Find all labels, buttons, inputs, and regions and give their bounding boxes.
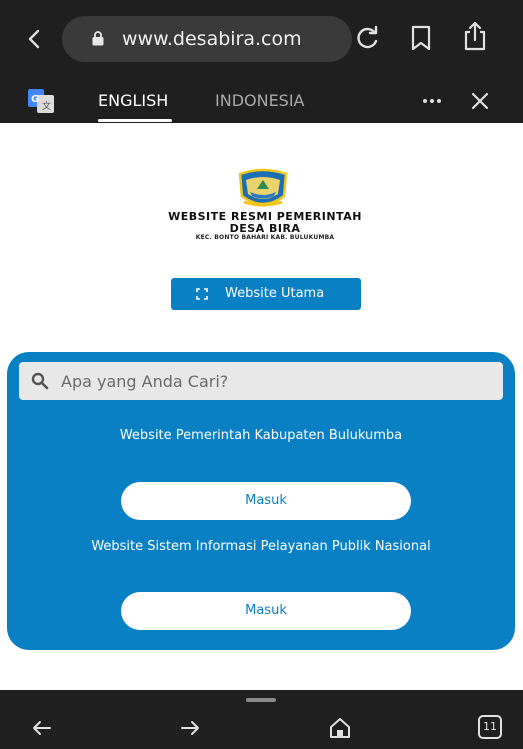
browser-toolbar: www.desabira.com [0, 0, 523, 79]
masuk-button-sipp[interactable]: Masuk [121, 592, 411, 630]
google-translate-icon: G 文 [28, 89, 54, 113]
browser-bottom-nav: 11 [0, 690, 523, 749]
tab-english[interactable]: ENGLISH [98, 79, 168, 123]
share-icon[interactable] [462, 20, 488, 52]
search-icon [31, 372, 49, 390]
website-utama-button[interactable]: Website Utama [171, 278, 361, 310]
back-chevron-icon[interactable] [22, 22, 48, 56]
forward-arrow-icon[interactable] [178, 716, 202, 740]
drag-handle[interactable] [246, 698, 276, 702]
masuk-button-bulukumba[interactable]: Masuk [121, 482, 411, 520]
lock-icon [92, 31, 104, 46]
bookmark-icon[interactable] [410, 24, 432, 52]
close-icon[interactable] [468, 89, 492, 113]
site-subtitle: KEC. BONTO BAHARI KAB. BULUKUMBA [195, 234, 335, 241]
translate-bar: G 文 ENGLISH INDONESIA [0, 79, 523, 123]
back-arrow-icon[interactable] [30, 716, 54, 740]
svg-text:文: 文 [42, 100, 51, 112]
tab-indonesia[interactable]: INDONESIA [215, 79, 305, 123]
desa-bira-logo [238, 168, 288, 207]
section-heading-bulukumba: Website Pemerintah Kabupaten Bulukumba [119, 428, 403, 443]
active-tab-indicator [98, 119, 172, 122]
website-utama-label: Website Utama [225, 286, 325, 301]
address-bar[interactable]: www.desabira.com [62, 16, 352, 62]
tabs-count-button[interactable]: 11 [478, 715, 502, 739]
url-text: www.desabira.com [122, 28, 302, 50]
search-box [19, 362, 503, 400]
reload-icon[interactable] [354, 24, 382, 52]
svg-text:G: G [31, 94, 39, 105]
site-title: WEBSITE RESMI PEMERINTAH DESA BIRA [100, 211, 430, 235]
search-input[interactable] [61, 362, 491, 400]
fullscreen-icon [196, 288, 208, 300]
links-panel: Website Pemerintah Kabupaten Bulukumba M… [7, 352, 515, 650]
more-options-icon[interactable] [420, 89, 444, 113]
home-icon[interactable] [328, 716, 352, 740]
section-heading-sipp: Website Sistem Informasi Pelayanan Publi… [91, 539, 431, 554]
